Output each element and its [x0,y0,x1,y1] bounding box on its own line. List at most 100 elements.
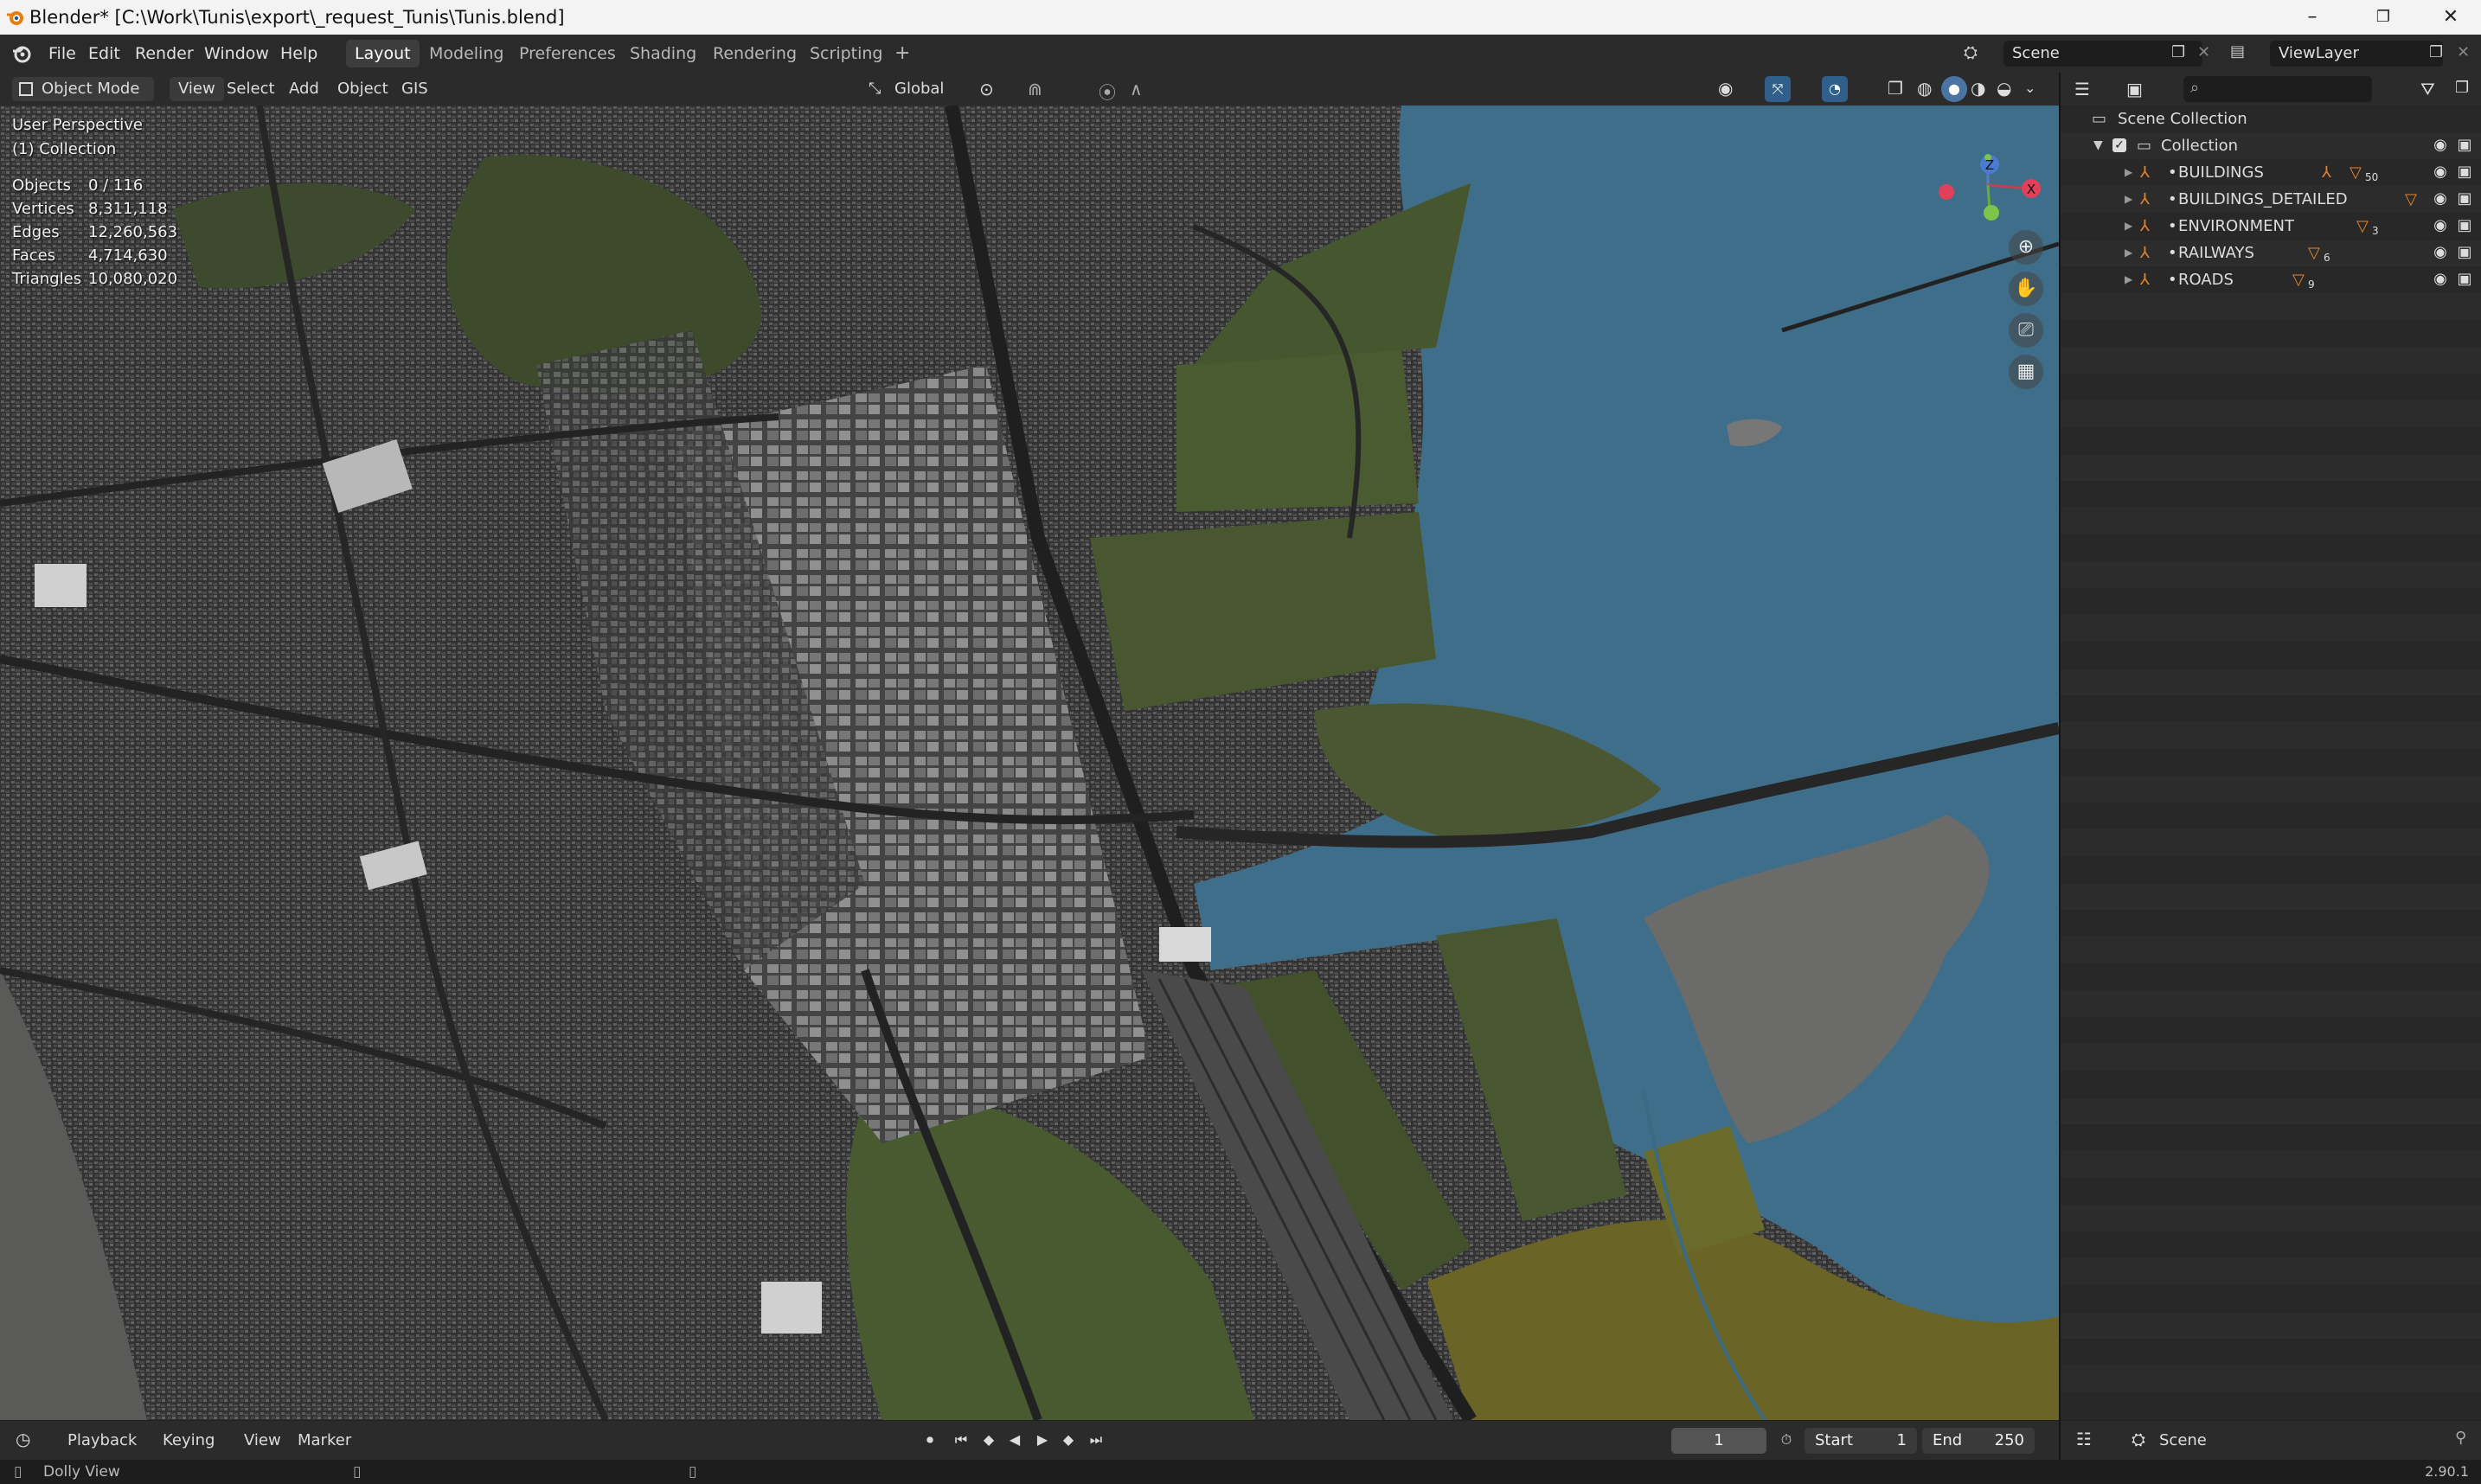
menu-marker[interactable]: Marker [298,1429,351,1453]
gizmo-toggle-icon[interactable]: ⤧ [1765,76,1791,102]
camera-icon[interactable]: ▣ [2455,270,2474,289]
tab-scripting[interactable]: Scripting [801,40,892,67]
chevron-down-icon[interactable]: ▼ [2093,132,2103,159]
menu-help[interactable]: Help [280,35,317,73]
outliner-search-input[interactable] [2183,76,2372,102]
collection-icon: ▭ [2137,137,2152,155]
outliner-row-collection[interactable]: ▼ ✓ ▭ Collection ◉ ▣ [2061,132,2481,159]
tab-shading[interactable]: Shading [621,40,705,67]
eye-icon[interactable]: ◉ [2431,243,2450,262]
record-icon[interactable]: ⏺ [919,1428,941,1452]
tab-rendering[interactable]: Rendering [704,40,805,67]
navigation-gizmo[interactable]: Z X [1920,125,2050,228]
chevron-right-icon[interactable]: ▶ [2125,159,2132,186]
next-keyframe-icon[interactable]: ◆ [1057,1428,1080,1452]
maximize-button[interactable]: ❐ [2353,0,2414,35]
menu-playback[interactable]: Playback [67,1429,137,1453]
eye-icon[interactable]: ◉ [2431,189,2450,208]
editor-type-icon[interactable]: ◷ [16,1429,30,1449]
chevron-right-icon[interactable]: ▶ [2125,213,2132,240]
stopwatch-icon[interactable]: ⏱ [1775,1428,1798,1452]
delete-view-layer-icon[interactable]: ✕ [2457,43,2470,61]
eye-icon[interactable]: ◉ [2431,216,2450,235]
outliner-row-scene-collection[interactable]: ▭ Scene Collection [2061,106,2481,132]
scene-icon[interactable]: ⛭ [1964,42,1978,62]
outliner-row-buildings[interactable]: ▶ ⅄ • BUILDINGS ⅄ ▽ 50 ◉ ▣ [2061,159,2481,186]
camera-icon[interactable]: ▣ [2455,136,2474,155]
snap-icon[interactable]: ⋒ [1028,79,1042,99]
proportional-edit-icon[interactable]: ⦿ [1099,79,1116,104]
menu-gis[interactable]: GIS [401,77,428,101]
falloff-icon[interactable]: ∧ [1130,79,1143,99]
camera-icon[interactable]: ▣ [2455,216,2474,235]
camera-icon[interactable]: ▣ [2455,243,2474,262]
perspective-grid-icon[interactable]: ▦ [2009,355,2043,389]
add-workspace-button[interactable]: + [886,40,919,67]
chevron-right-icon[interactable]: ▶ [2125,186,2132,213]
delete-scene-icon[interactable]: ✕ [2197,43,2210,61]
3d-viewport[interactable]: User Perspective (1) Collection Objects … [0,106,2059,1420]
prev-keyframe-icon[interactable]: ◆ [978,1428,1000,1452]
editor-type-icon[interactable]: ☷ [2076,1429,2092,1449]
overlay-toggle-icon[interactable]: ◔ [1822,76,1848,102]
new-collection-icon[interactable]: ❐ [2455,79,2469,97]
eye-icon[interactable]: ◉ [2431,270,2450,289]
transform-orientation-selector[interactable]: Global [894,77,944,101]
pivot-point-icon[interactable]: ⊙ [979,79,994,99]
tab-preferences[interactable]: Preferences [510,40,625,67]
start-frame-field[interactable]: Start 1 [1805,1428,1917,1454]
play-icon[interactable]: ▶ [1031,1428,1054,1452]
view-layer-icon[interactable]: ▤ [2230,42,2245,61]
current-frame-field[interactable]: 1 [1671,1428,1766,1454]
outliner-row-buildings-detailed[interactable]: ▶ ⅄ • BUILDINGS_DETAILED ▽ ◉ ▣ [2061,186,2481,213]
menu-window[interactable]: Window [204,35,269,73]
menu-keying[interactable]: Keying [163,1429,215,1453]
visibility-icon[interactable]: ◉ [1718,78,1733,99]
filter-icon[interactable]: ⛛ [2420,79,2435,99]
close-button[interactable]: ✕ [2420,0,2481,35]
chevron-right-icon[interactable]: ▶ [2125,240,2132,266]
pan-hand-icon[interactable]: ✋ [2009,272,2043,306]
active-collection: (1) Collection [12,140,117,158]
menu-select[interactable]: Select [227,77,275,101]
new-scene-icon[interactable]: ❐ [2171,43,2185,61]
camera-icon[interactable]: ▣ [2455,189,2474,208]
menu-object[interactable]: Object [337,77,388,101]
play-reverse-icon[interactable]: ◀ [1003,1428,1026,1452]
minimize-button[interactable]: – [2282,0,2343,35]
tab-layout[interactable]: Layout [346,40,420,67]
jump-start-icon[interactable]: ⏮ [950,1428,972,1452]
display-mode-icon[interactable]: ▣ [2126,79,2143,99]
chevron-right-icon[interactable]: ▶ [2125,266,2132,293]
view-layer-selector[interactable]: ViewLayer [2270,41,2443,67]
outliner-row-environment[interactable]: ▶ ⅄ • ENVIRONMENT ▽ 3 ◉ ▣ [2061,213,2481,240]
material-shading-icon[interactable]: ◑ [1971,78,1985,99]
tab-modeling[interactable]: Modeling [420,40,512,67]
camera-icon[interactable]: ▣ [2455,163,2474,182]
shading-options-icon[interactable]: ⌄ [2024,80,2035,96]
rendered-shading-icon[interactable]: ◒ [1997,78,2011,99]
end-frame-field[interactable]: End 250 [1922,1428,2035,1454]
jump-end-icon[interactable]: ⏭ [1085,1428,1107,1452]
solid-shading-icon[interactable]: ● [1941,76,1967,102]
checkbox-icon[interactable]: ✓ [2112,138,2126,152]
menu-view[interactable]: View [244,1429,281,1453]
mode-selector[interactable]: Object Mode [12,77,154,101]
editor-type-icon[interactable]: ☰ [2074,79,2090,99]
menu-add[interactable]: Add [289,77,319,101]
menu-file[interactable]: File [48,35,76,73]
eye-icon[interactable]: ◉ [2431,163,2450,182]
pin-icon[interactable]: ⚲ [2455,1429,2466,1447]
new-view-layer-icon[interactable]: ❐ [2429,43,2443,61]
menu-view[interactable]: View [170,77,224,101]
eye-icon[interactable]: ◉ [2431,136,2450,155]
outliner-row-roads[interactable]: ▶ ⅄ • ROADS ▽ 9 ◉ ▣ [2061,266,2481,293]
zoom-icon[interactable]: ⊕ [2009,230,2043,265]
camera-view-icon[interactable]: ⎚ [2009,313,2043,348]
xray-icon[interactable]: ❐ [1888,78,1903,99]
wireframe-shading-icon[interactable]: ◍ [1917,78,1932,99]
blender-menu-icon[interactable] [10,43,33,64]
outliner-row-railways[interactable]: ▶ ⅄ • RAILWAYS ▽ 6 ◉ ▣ [2061,240,2481,266]
menu-edit[interactable]: Edit [88,35,120,73]
menu-render[interactable]: Render [135,35,194,73]
